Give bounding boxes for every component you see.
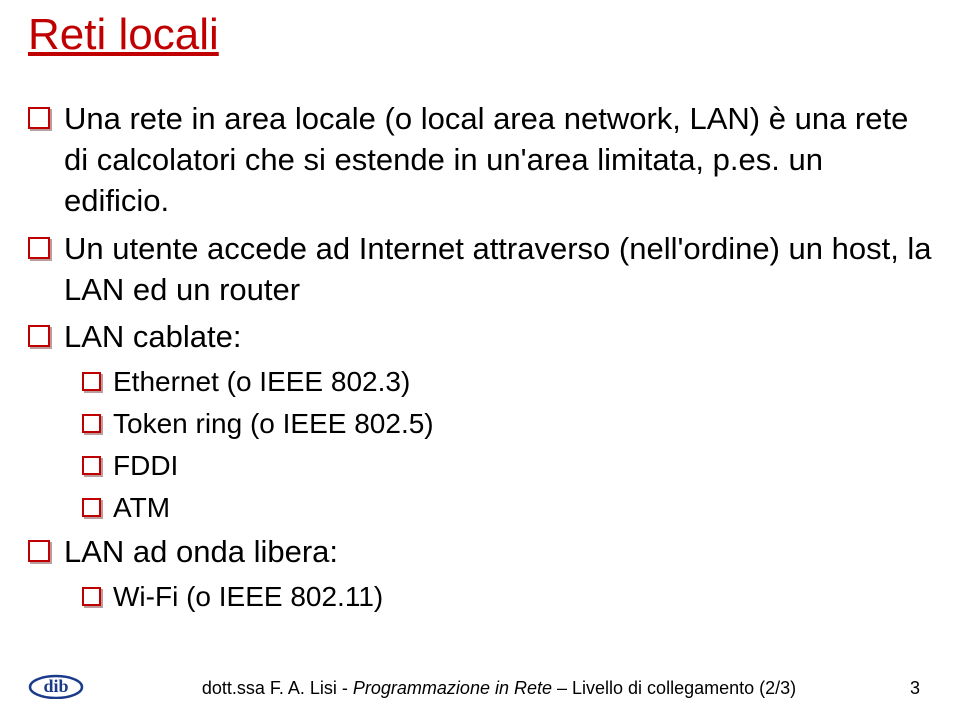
list-item: Token ring (o IEEE 802.5) bbox=[82, 405, 932, 443]
bullet-icon bbox=[28, 540, 50, 562]
bullet-icon bbox=[82, 372, 101, 391]
bullet-list: Una rete in area locale (o local area ne… bbox=[28, 98, 932, 616]
slide: Reti locali Una rete in area locale (o l… bbox=[0, 0, 960, 721]
bullet-text: LAN cablate: bbox=[64, 316, 932, 357]
bullet-icon bbox=[28, 237, 50, 259]
list-item: ATM bbox=[82, 489, 932, 527]
bullet-text: FDDI bbox=[113, 447, 932, 485]
list-item: LAN cablate: bbox=[28, 316, 932, 357]
footer-author: dott.ssa F. A. Lisi - bbox=[202, 678, 353, 698]
bullet-text: Una rete in area locale (o local area ne… bbox=[64, 98, 932, 222]
bullet-icon bbox=[82, 456, 101, 475]
bullet-icon bbox=[28, 107, 50, 129]
bullet-text: LAN ad onda libera: bbox=[64, 531, 932, 572]
bullet-text: ATM bbox=[113, 489, 932, 527]
page-number: 3 bbox=[890, 678, 920, 699]
footer-text: dott.ssa F. A. Lisi - Programmazione in … bbox=[108, 678, 890, 699]
bullet-text: Token ring (o IEEE 802.5) bbox=[113, 405, 932, 443]
list-item: FDDI bbox=[82, 447, 932, 485]
bullet-icon bbox=[28, 325, 50, 347]
bullet-text: Wi-Fi (o IEEE 802.11) bbox=[113, 578, 932, 616]
list-item: Un utente accede ad Internet attraverso … bbox=[28, 228, 932, 310]
svg-text:dib: dib bbox=[43, 676, 68, 696]
list-item: Wi-Fi (o IEEE 802.11) bbox=[82, 578, 932, 616]
footer: dib dott.ssa F. A. Lisi - Programmazione… bbox=[0, 665, 960, 699]
list-item: Una rete in area locale (o local area ne… bbox=[28, 98, 932, 222]
list-item: LAN ad onda libera: bbox=[28, 531, 932, 572]
footer-suffix: – Livello di collegamento (2/3) bbox=[552, 678, 796, 698]
bullet-text: Ethernet (o IEEE 802.3) bbox=[113, 363, 932, 401]
bullet-text: Un utente accede ad Internet attraverso … bbox=[64, 228, 932, 310]
bullet-icon bbox=[82, 498, 101, 517]
bullet-icon bbox=[82, 414, 101, 433]
footer-course: Programmazione in Rete bbox=[353, 678, 552, 698]
logo-icon: dib bbox=[28, 665, 84, 699]
bullet-icon bbox=[82, 587, 101, 606]
list-item: Ethernet (o IEEE 802.3) bbox=[82, 363, 932, 401]
slide-title: Reti locali bbox=[28, 10, 932, 60]
